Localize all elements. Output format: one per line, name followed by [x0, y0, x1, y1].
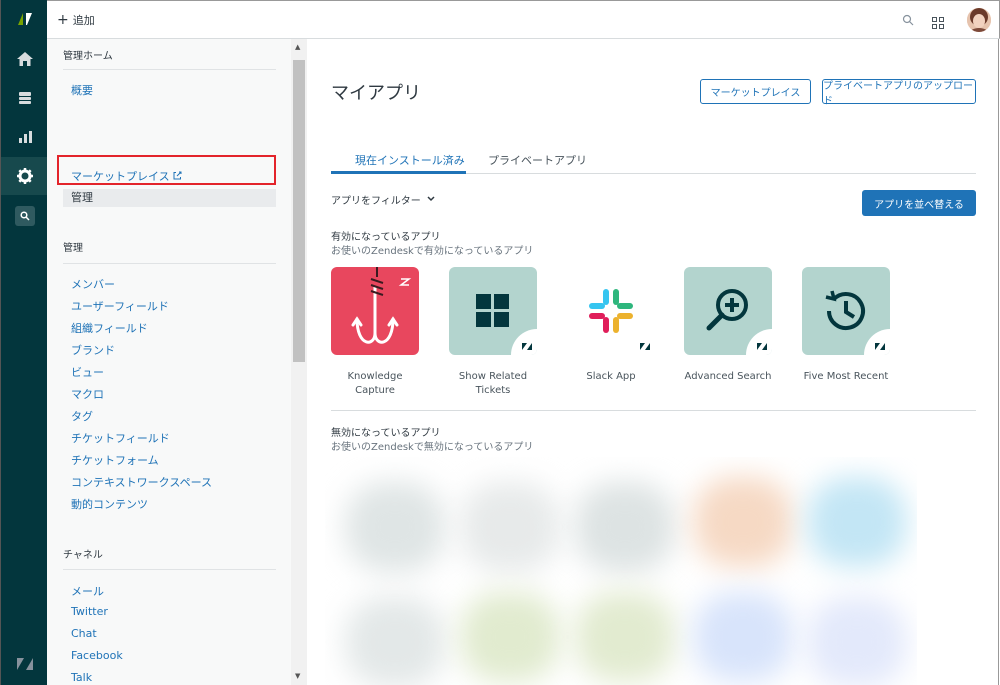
- nav-item-ticket-forms[interactable]: チケットフォーム: [71, 452, 159, 468]
- nav-item-manage-selected[interactable]: 管理: [63, 189, 276, 207]
- app-card-advanced-search[interactable]: Advanced Search: [684, 267, 772, 384]
- marketplace-button[interactable]: マーケットプレイス: [700, 79, 811, 104]
- app-card-five-most-recent[interactable]: Five Most Recent: [802, 267, 890, 384]
- nav-item-ticket-fields[interactable]: チケットフィールド: [71, 430, 170, 446]
- plus-icon: +: [57, 12, 69, 28]
- page-title: マイアプリ: [331, 83, 421, 104]
- section-divider: [331, 410, 976, 411]
- add-button-label: 追加: [72, 14, 95, 27]
- tab-private-apps[interactable]: プライベートアプリ: [488, 152, 587, 168]
- nav-item-brands[interactable]: ブランド: [71, 342, 115, 358]
- nav-item-macros[interactable]: マクロ: [71, 386, 104, 402]
- app-card-knowledge-capture[interactable]: Knowledge Capture: [331, 267, 419, 398]
- nav-item-user-fields[interactable]: ユーザーフィールド: [71, 298, 169, 314]
- nav-item-overview[interactable]: 概要: [71, 82, 93, 98]
- nav-item-twitter[interactable]: Twitter: [71, 605, 108, 618]
- tab-currently-installed[interactable]: 現在インストール済み: [355, 152, 465, 168]
- reorder-apps-button[interactable]: アプリを並べ替える: [862, 190, 976, 216]
- enabled-apps-title: 有効になっているアプリ: [331, 232, 441, 243]
- nav-item-views[interactable]: ビュー: [71, 364, 104, 380]
- main-content: マイアプリ マーケットプレイス プライベートアプリのアップロード 現在インストー…: [307, 39, 999, 685]
- nav-item-facebook[interactable]: Facebook: [71, 649, 123, 662]
- disabled-apps-blurred-grid: [325, 457, 917, 685]
- app-name: Slack App: [586, 371, 636, 382]
- nav-item-marketplace-label: マーケットプレイス: [71, 170, 170, 183]
- zendesk-z-icon: [640, 343, 650, 350]
- disabled-apps-title: 無効になっているアプリ: [331, 428, 441, 439]
- nav-item-chat[interactable]: Chat: [71, 627, 97, 640]
- enabled-apps-subtitle: お使いのZendeskで有効になっているアプリ: [331, 246, 534, 257]
- nav-item-tags[interactable]: タグ: [71, 408, 93, 424]
- section-title-channels: チャネル: [63, 550, 103, 561]
- app-name: Advanced Search: [684, 371, 772, 382]
- nav-item-context-workspaces[interactable]: コンテキストワークスペース: [71, 474, 212, 490]
- external-link-icon: [173, 170, 182, 183]
- app-name: Five Most Recent: [803, 371, 889, 382]
- scroll-up-arrow-icon[interactable]: ▲: [295, 43, 300, 51]
- history-clock-icon: [802, 267, 890, 355]
- product-rail: [0, 0, 48, 685]
- search-icon[interactable]: [902, 11, 914, 30]
- app-card-slack[interactable]: Slack App: [567, 267, 655, 384]
- section-title-manage: 管理: [63, 243, 83, 254]
- nav-item-dynamic-content[interactable]: 動的コンテンツ: [71, 496, 148, 512]
- nav-item-marketplace[interactable]: マーケットプレイス: [71, 168, 182, 184]
- add-button[interactable]: + 追加: [57, 12, 95, 28]
- app-filter-dropdown[interactable]: アプリをフィルター: [331, 192, 435, 207]
- chevron-down-icon: [427, 194, 435, 205]
- zendesk-z-icon: [875, 343, 885, 350]
- divider: [63, 263, 276, 264]
- admin-gear-icon[interactable]: [1, 157, 48, 195]
- tab-bar: 現在インストール済み プライベートアプリ: [331, 147, 976, 174]
- reporting-icon[interactable]: [1, 118, 48, 156]
- nav-item-email[interactable]: メール: [71, 583, 104, 599]
- user-avatar[interactable]: [967, 8, 991, 32]
- disabled-apps-subtitle: お使いのZendeskで無効になっているアプリ: [331, 442, 534, 453]
- admin-side-nav: 管理ホーム 概要 マーケットプレイス 管理 管理 メンバー ユーザーフィールド …: [47, 39, 307, 685]
- slack-logo-icon: [567, 267, 655, 355]
- apps-grid-icon[interactable]: [932, 14, 944, 33]
- scroll-thumb[interactable]: [293, 60, 305, 362]
- home-icon[interactable]: [1, 40, 48, 78]
- section-title-admin-home: 管理ホーム: [63, 51, 113, 62]
- grid-icon: [449, 267, 537, 355]
- upload-private-app-button[interactable]: プライベートアプリのアップロード: [822, 79, 976, 107]
- sidenav-scrollbar[interactable]: ▲ ▼: [291, 39, 307, 685]
- zendesk-logo-icon[interactable]: [1, 0, 48, 38]
- divider: [63, 569, 276, 570]
- app-name: Show Related Tickets: [458, 371, 528, 396]
- top-bar: + 追加: [47, 0, 1000, 39]
- zendesk-z-icon: [522, 343, 532, 350]
- zoom-in-icon: [684, 267, 772, 355]
- search-icon[interactable]: [1, 197, 48, 235]
- app-card-show-related-tickets[interactable]: Show Related Tickets: [449, 267, 537, 398]
- scroll-down-arrow-icon[interactable]: ▼: [295, 672, 300, 680]
- active-tab-indicator: [331, 171, 466, 174]
- views-icon[interactable]: [1, 79, 48, 117]
- nav-item-members[interactable]: メンバー: [71, 276, 115, 292]
- nav-item-talk[interactable]: Talk: [71, 671, 92, 684]
- zendesk-z-icon: [757, 343, 767, 350]
- fish-hook-icon: [331, 267, 419, 355]
- filter-label: アプリをフィルター: [331, 196, 421, 207]
- zendesk-z-icon: [1, 645, 48, 683]
- app-name: Knowledge Capture: [347, 371, 403, 396]
- nav-item-org-fields[interactable]: 組織フィールド: [71, 320, 148, 336]
- divider: [63, 69, 276, 70]
